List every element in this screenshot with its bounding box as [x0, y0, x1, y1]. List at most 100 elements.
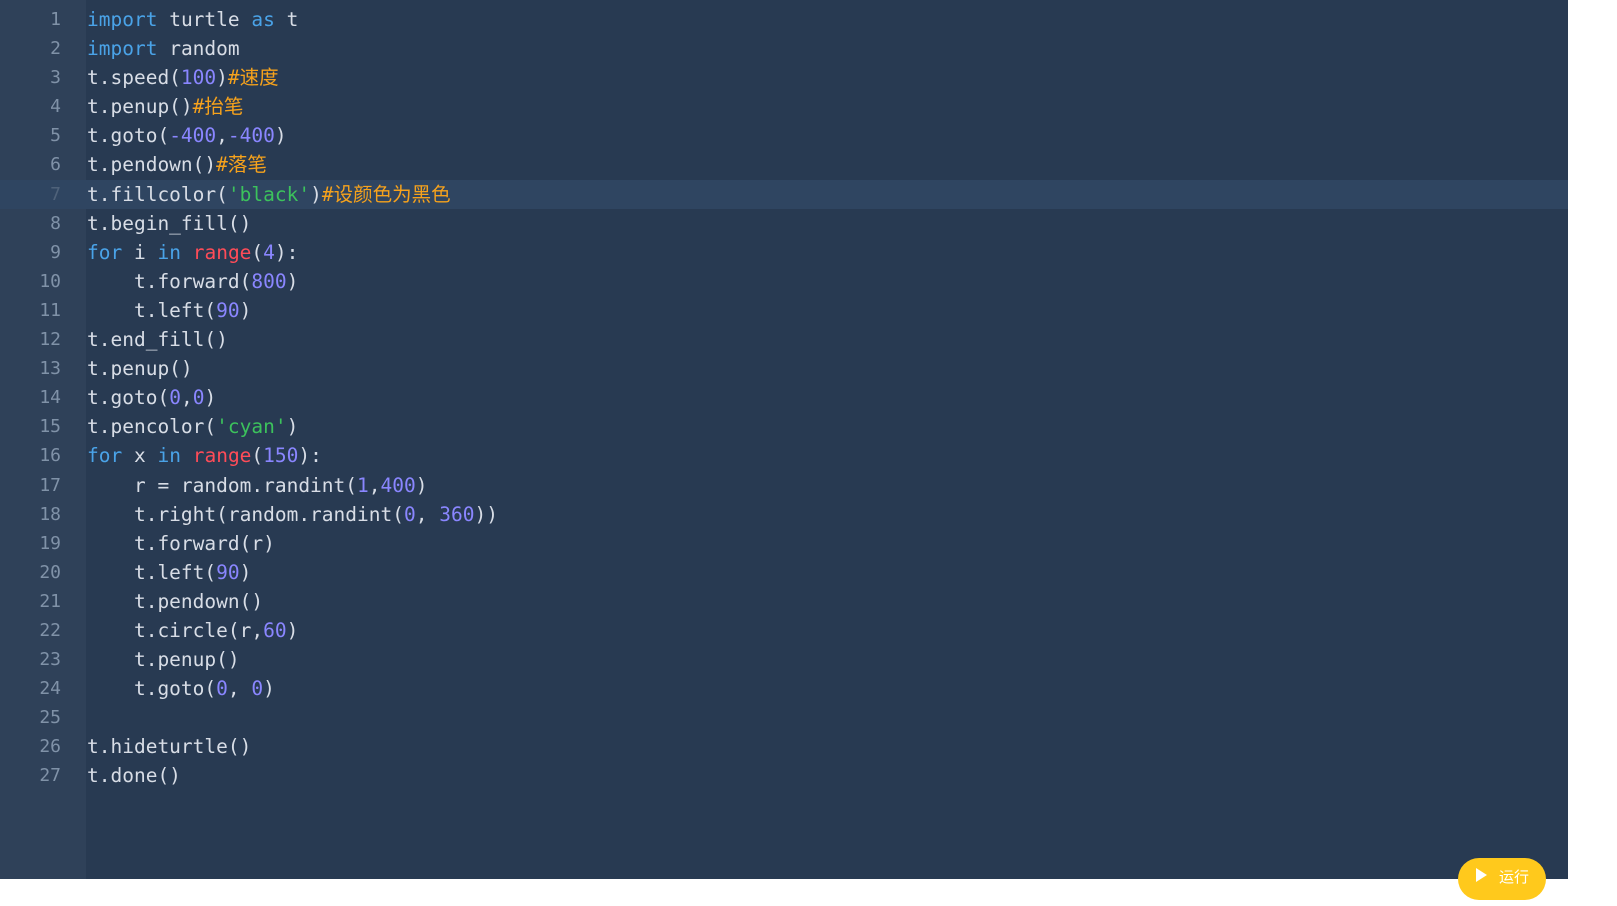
code-token: ): [216, 66, 228, 90]
code-token: import: [87, 8, 158, 31]
line-code: t.done(): [87, 761, 181, 790]
code-token: ):: [274, 240, 299, 264]
line-number: 22: [39, 619, 61, 641]
code-token: ): [239, 298, 252, 322]
code-token: -400: [169, 124, 217, 148]
code-line[interactable]: 5 t.goto(-400,-400): [0, 121, 1568, 150]
code-line[interactable]: 17 r = random.randint(1,400): [0, 471, 1568, 500]
code-line[interactable]: 27 t.done(): [0, 761, 1568, 790]
code-line[interactable]: 20 t.left(90): [0, 558, 1568, 587]
code-token: random: [169, 37, 240, 61]
line-number: 3: [50, 67, 61, 89]
line-code: t.right(random.randint(0, 360)): [87, 500, 498, 529]
line-number: 13: [39, 358, 61, 380]
line-number: 20: [39, 561, 61, 583]
code-token: 100: [180, 66, 217, 90]
code-token: ): [286, 269, 299, 293]
line-code: t.pendown(): [87, 587, 263, 616]
line-number: 1: [50, 9, 61, 30]
code-lines[interactable]: 1 import turtle as t 2 import random 3 t.spee…: [0, 5, 1568, 791]
code-line[interactable]: 15 t.pencolor('cyan'): [0, 412, 1568, 441]
code-line[interactable]: 26 t.hideturtle(): [0, 732, 1568, 761]
code-token: 90: [216, 298, 240, 322]
code-line[interactable]: 9 for i in range(4):: [0, 238, 1568, 267]
code-line[interactable]: 18 t.right(random.randint(0, 360)): [0, 500, 1568, 529]
line-number: 15: [39, 416, 61, 438]
code-line[interactable]: 12 t.end_fill(): [0, 325, 1568, 354]
line-number: 21: [39, 590, 61, 612]
code-line[interactable]: 2 import random: [0, 34, 1568, 63]
code-token: ,: [180, 386, 193, 410]
code-token: for: [87, 444, 123, 468]
code-token: t.goto(: [87, 386, 170, 410]
code-line[interactable]: 24 t.goto(0, 0): [0, 674, 1568, 703]
line-number: 6: [50, 154, 61, 176]
code-line[interactable]: 16 for x in range(150):: [0, 441, 1568, 470]
code-token: ): [286, 415, 299, 439]
line-code: for i in range(4):: [87, 238, 298, 267]
code-token: ): [239, 560, 252, 584]
code-token: t.pencolor(: [87, 415, 217, 439]
code-token: ,: [368, 473, 381, 497]
code-line[interactable]: 14 t.goto(0,0): [0, 383, 1568, 412]
code-token: ): [286, 618, 299, 642]
code-token: range: [192, 444, 252, 468]
code-line[interactable]: 3 t.speed(100)#速度: [0, 63, 1568, 92]
code-token: 'cyan': [216, 415, 287, 439]
code-editor[interactable]: 1 import turtle as t 2 import random 3 t.spee…: [0, 0, 1568, 879]
line-code: t.goto(-400,-400): [87, 121, 287, 150]
code-token: t.penup(): [87, 95, 193, 119]
code-line[interactable]: 10 t.forward(800): [0, 267, 1568, 296]
code-token: t: [286, 8, 299, 31]
code-line[interactable]: 6 t.pendown()#落笔: [0, 150, 1568, 179]
code-token: #设颜色为黑色: [321, 182, 451, 206]
line-code: t.pendown()#落笔: [87, 150, 267, 179]
code-token: in: [157, 240, 181, 264]
code-token: 150: [263, 444, 299, 468]
code-token: t.pendown(): [87, 589, 264, 613]
code-line[interactable]: 23 t.penup(): [0, 645, 1568, 674]
code-token: turtle: [169, 8, 240, 31]
code-token: t.forward(r): [87, 531, 275, 555]
run-button[interactable]: 运行: [1458, 858, 1546, 900]
code-line[interactable]: 4 t.penup()#抬笔: [0, 92, 1568, 121]
line-code: t.goto(0,0): [87, 383, 216, 412]
code-token: 400: [380, 473, 416, 497]
line-code: t.fillcolor('black')#设颜色为黑色: [87, 180, 451, 209]
line-code: t.forward(800): [87, 267, 298, 296]
line-number: 11: [39, 299, 61, 321]
code-line[interactable]: 21 t.pendown(): [0, 587, 1568, 616]
code-token: t.goto(: [87, 677, 217, 701]
code-token: t.right(random.randint(: [87, 502, 404, 526]
code-token: 90: [216, 560, 240, 584]
line-code: t.left(90): [87, 558, 251, 587]
code-line[interactable]: 25: [0, 703, 1568, 732]
code-token: t.circle(r,: [87, 618, 264, 642]
code-token: #落笔: [216, 153, 267, 177]
code-line[interactable]: 1 import turtle as t: [0, 5, 1568, 34]
line-number: 16: [39, 445, 61, 467]
code-line[interactable]: 22 t.circle(r,60): [0, 616, 1568, 645]
code-line[interactable]: 11 t.left(90): [0, 296, 1568, 325]
line-number: 14: [39, 387, 61, 409]
code-line[interactable]: 13 t.penup(): [0, 354, 1568, 383]
line-code: t.circle(r,60): [87, 616, 298, 645]
code-token: (: [251, 240, 264, 264]
code-token: ,: [227, 677, 252, 701]
code-token: #速度: [227, 66, 279, 90]
run-button-label: 运行: [1499, 869, 1530, 886]
line-code: r = random.randint(1,400): [87, 471, 428, 500]
code-token: r = random.randint(: [87, 473, 358, 497]
line-number: 26: [39, 736, 61, 758]
line-code: t.speed(100)#速度: [87, 63, 279, 92]
code-line[interactable]: 8 t.begin_fill(): [0, 209, 1568, 238]
code-token: ,: [216, 124, 228, 148]
code-line[interactable]: 7 t.fillcolor('black')#设颜色为黑色: [0, 179, 1568, 209]
code-line[interactable]: 19 t.forward(r): [0, 529, 1568, 558]
line-code: t.penup()#抬笔: [87, 92, 243, 121]
line-code: t.end_fill(): [87, 325, 228, 354]
code-token: #抬笔: [192, 95, 244, 119]
